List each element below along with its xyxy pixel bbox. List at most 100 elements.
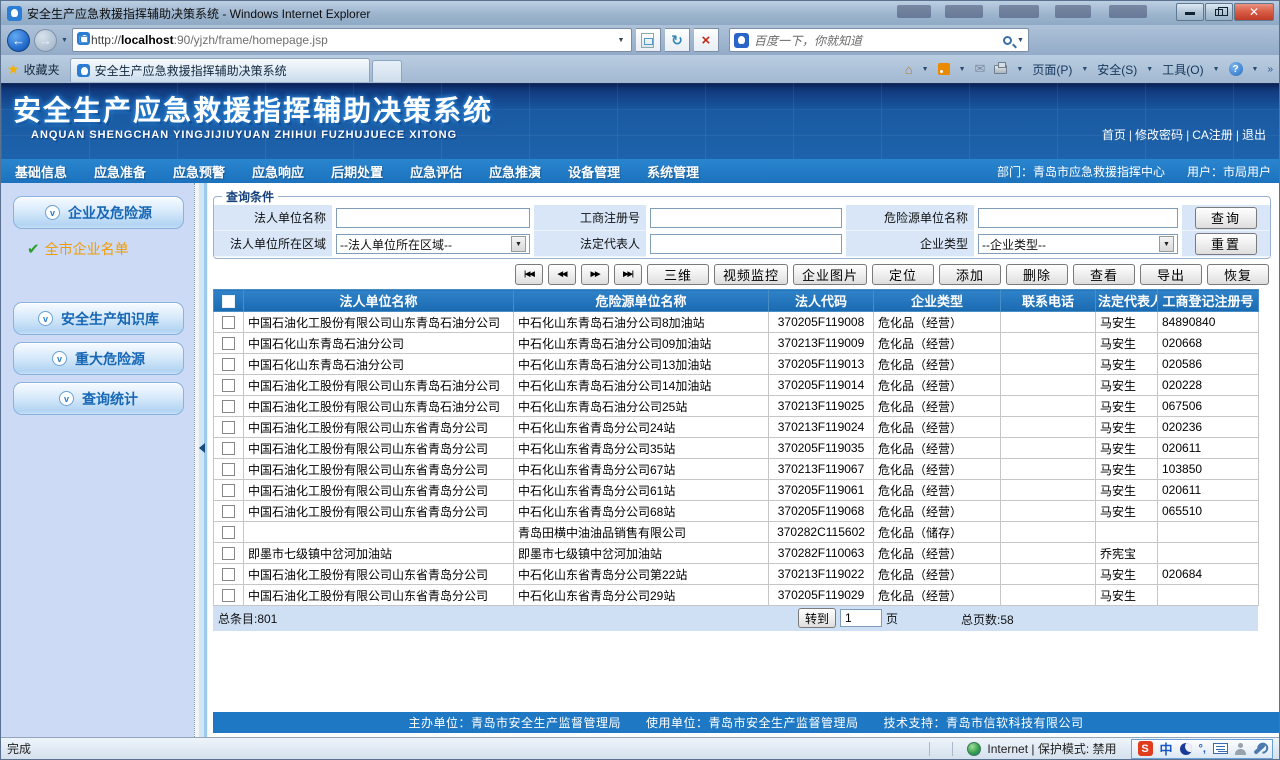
user-icon[interactable] [1235, 742, 1246, 755]
input-legal-representative[interactable] [650, 234, 842, 254]
table-row[interactable]: 中国石油化工股份有限公司山东省青岛分公司 中石化山东省青岛分公司24站 370213… [213, 416, 1259, 438]
row-checkbox[interactable] [222, 547, 235, 561]
search-button[interactable]: 查询 [1195, 206, 1257, 229]
menu-item-8[interactable]: 系统管理 [647, 162, 699, 181]
table-row[interactable]: 中国石化山东青岛石油分公司 中石化山东青岛石油分公司13加油站 370205F119… [213, 353, 1259, 375]
menu-item-7[interactable]: 设备管理 [568, 162, 620, 181]
menu-item-4[interactable]: 后期处置 [331, 162, 383, 181]
input-business-reg-no[interactable] [650, 208, 842, 228]
toolbar-button-0[interactable]: 三维 [646, 263, 709, 285]
sogou-input-icon[interactable]: S [1137, 741, 1153, 756]
column-header-2[interactable]: 法人代码 [768, 289, 874, 312]
menu-item-5[interactable]: 应急评估 [410, 162, 462, 181]
menu-item-0[interactable]: 基础信息 [15, 162, 67, 181]
table-row[interactable]: 即墨市七级镇中岔河加油站 即墨市七级镇中岔河加油站 370282F110063 危化品… [213, 542, 1259, 564]
toolbar-button-1[interactable]: 视频监控 [713, 263, 788, 285]
first-page-button[interactable]: |◀◀ [514, 263, 543, 285]
row-checkbox[interactable] [222, 568, 235, 582]
reset-button[interactable]: 重置 [1195, 232, 1257, 255]
column-header-1[interactable]: 危险源单位名称 [513, 289, 769, 312]
address-bar[interactable]: http://localhost:90/yjzh/frame/homepage.… [71, 28, 632, 52]
close-button[interactable]: ✕ [1234, 3, 1274, 21]
refresh-button[interactable]: ↻ [664, 28, 690, 52]
search-icon[interactable] [1003, 35, 1012, 45]
page-menu-dropdown[interactable]: ▼ [1081, 66, 1088, 73]
table-row[interactable]: 中国石油化工股份有限公司山东省青岛分公司 中石化山东省青岛分公司68站 370205… [213, 500, 1259, 522]
fullwidth-moon-icon[interactable] [1179, 742, 1192, 755]
table-row[interactable]: 中国石油化工股份有限公司山东省青岛分公司 中石化山东省青岛分公司61站 370205… [213, 479, 1259, 501]
rss-dropdown[interactable]: ▼ [959, 66, 966, 73]
menu-item-6[interactable]: 应急推演 [489, 162, 541, 181]
row-checkbox[interactable] [222, 505, 235, 519]
rss-icon[interactable] [937, 63, 950, 75]
sidebar-group-safety-knowledge[interactable]: v 安全生产知识库 [13, 302, 184, 335]
overflow-chevron-icon[interactable]: » [1267, 64, 1273, 75]
next-page-button[interactable]: ▶▶ [580, 263, 609, 285]
table-row[interactable]: 中国石油化工股份有限公司山东青岛石油分公司 中石化山东青岛石油分公司8加油站 370… [213, 311, 1259, 333]
tools-menu[interactable]: 工具(O) [1162, 61, 1203, 78]
menu-item-3[interactable]: 应急响应 [252, 162, 304, 181]
column-header-4[interactable]: 联系电话 [1000, 289, 1096, 312]
table-row[interactable]: 中国石油化工股份有限公司山东青岛石油分公司 中石化山东青岛石油分公司14加油站 37… [213, 374, 1259, 396]
forward-button[interactable]: → [34, 28, 57, 52]
toolbar-button-4[interactable]: 添加 [939, 263, 1001, 285]
browser-tab[interactable]: 安全生产应急救援指挥辅助决策系统 [69, 58, 370, 82]
stop-button[interactable]: × [693, 28, 719, 52]
row-checkbox[interactable] [222, 484, 235, 498]
tools-menu-dropdown[interactable]: ▼ [1213, 66, 1220, 73]
chinese-mode-icon[interactable]: 中 [1160, 739, 1173, 758]
collapse-sidebar-icon[interactable] [199, 443, 205, 454]
restore-button[interactable] [1205, 3, 1233, 21]
search-box[interactable]: 百度一下，你就知道 ▼ [728, 28, 1029, 52]
banner-link-2[interactable]: CA注册 [1189, 126, 1236, 143]
row-checkbox[interactable] [222, 400, 235, 414]
row-checkbox[interactable] [222, 526, 235, 540]
soft-keyboard-icon[interactable] [1213, 743, 1228, 754]
banner-link-3[interactable]: 退出 [1239, 126, 1269, 143]
page-number-input[interactable] [840, 609, 882, 627]
select-all-checkbox[interactable] [222, 295, 235, 309]
column-header-6[interactable]: 工商登记注册号 [1157, 289, 1259, 312]
toolbar-button-6[interactable]: 查看 [1073, 263, 1135, 285]
help-icon[interactable]: ? [1228, 62, 1243, 76]
row-checkbox[interactable] [222, 463, 235, 477]
page-menu[interactable]: 页面(P) [1032, 61, 1072, 78]
back-button[interactable]: ← [7, 28, 30, 52]
menu-item-2[interactable]: 应急预警 [173, 162, 225, 181]
table-row[interactable]: 中国石油化工股份有限公司山东省青岛分公司 中石化山东省青岛分公司35站 370205… [213, 437, 1259, 459]
column-header-0[interactable]: 法人单位名称 [243, 289, 514, 312]
new-tab-button[interactable] [371, 60, 402, 82]
row-checkbox[interactable] [222, 442, 235, 456]
select-enterprise-type[interactable]: --企业类型-- ▼ [978, 234, 1178, 254]
minimize-button[interactable]: ▬ [1176, 3, 1204, 21]
toolbar-button-5[interactable]: 删除 [1006, 263, 1068, 285]
row-checkbox[interactable] [222, 379, 235, 393]
input-legal-unit-name[interactable] [336, 208, 530, 228]
menu-item-1[interactable]: 应急准备 [94, 162, 146, 181]
select-legal-unit-region[interactable]: --法人单位所在区域-- ▼ [336, 234, 530, 254]
search-dropdown[interactable]: ▼ [1017, 37, 1024, 44]
sidebar-item-citywide-enterprise-list[interactable]: ✔ 全市企业名单 [1, 236, 194, 262]
last-page-button[interactable]: ▶▶| [613, 263, 642, 285]
search-placeholder[interactable]: 百度一下，你就知道 [754, 32, 998, 49]
toolbar-button-2[interactable]: 企业图片 [792, 263, 867, 285]
row-checkbox[interactable] [222, 358, 235, 372]
mail-icon[interactable]: ✉ [975, 61, 986, 77]
table-row[interactable]: 青岛田横中油油品销售有限公司 370282C115602 危化品（储存） [213, 521, 1259, 543]
table-row[interactable]: 中国石油化工股份有限公司山东青岛石油分公司 中石化山东青岛石油分公司25站 3702… [213, 395, 1259, 417]
settings-wrench-icon[interactable] [1253, 742, 1266, 755]
sidebar-group-query-statistics[interactable]: v 查询统计 [13, 382, 184, 415]
address-dropdown[interactable]: ▼ [613, 37, 629, 44]
table-row[interactable]: 中国石油化工股份有限公司山东省青岛分公司 中石化山东省青岛分公司第22站 37021… [213, 563, 1259, 585]
input-hazard-unit-name[interactable] [978, 208, 1178, 228]
help-dropdown[interactable]: ▼ [1252, 66, 1259, 73]
home-icon[interactable]: ⌂ [905, 62, 913, 77]
panel-splitter[interactable] [194, 183, 208, 737]
punctuation-icon[interactable]: °, [1199, 743, 1206, 755]
column-header-5[interactable]: 法定代表人 [1095, 289, 1158, 312]
recent-pages-dropdown[interactable]: ▼ [61, 37, 68, 44]
toolbar-button-8[interactable]: 恢复 [1207, 263, 1269, 285]
row-checkbox[interactable] [222, 421, 235, 435]
column-header-3[interactable]: 企业类型 [873, 289, 1001, 312]
table-row[interactable]: 中国石化山东青岛石油分公司 中石化山东青岛石油分公司09加油站 370213F119… [213, 332, 1259, 354]
